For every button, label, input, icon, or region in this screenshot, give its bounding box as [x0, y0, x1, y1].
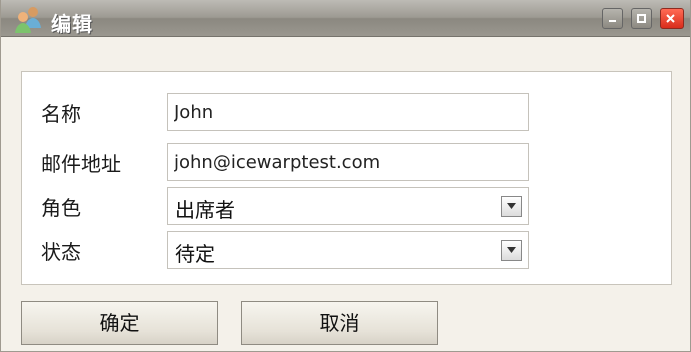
chevron-down-icon	[507, 203, 516, 209]
role-row: 角色 出席者	[22, 184, 671, 225]
edit-dialog: 编辑 名称 邮件地址 角色 出席者	[0, 0, 691, 352]
role-value: 出席者	[175, 198, 235, 222]
title-bar[interactable]: 编辑	[1, 0, 690, 37]
name-row: 名称	[22, 90, 671, 131]
role-label: 角色	[41, 196, 81, 220]
form-panel: 名称 邮件地址 角色 出席者 状态 待定	[21, 71, 672, 285]
minimize-icon	[609, 20, 616, 22]
status-value: 待定	[175, 242, 215, 266]
close-icon	[666, 14, 675, 23]
email-row: 邮件地址	[22, 140, 671, 181]
close-button[interactable]	[660, 8, 684, 29]
email-label: 邮件地址	[41, 152, 121, 176]
chevron-down-icon	[507, 247, 516, 253]
status-dropdown-button[interactable]	[501, 240, 522, 261]
status-label: 状态	[41, 240, 81, 264]
name-input[interactable]	[167, 93, 529, 131]
maximize-button[interactable]	[631, 8, 652, 29]
status-row: 状态 待定	[22, 228, 671, 269]
role-select[interactable]: 出席者	[167, 187, 529, 225]
status-select[interactable]: 待定	[167, 231, 529, 269]
minimize-button[interactable]	[602, 8, 623, 29]
role-dropdown-button[interactable]	[501, 196, 522, 217]
cancel-button[interactable]: 取消	[241, 301, 438, 345]
name-label: 名称	[41, 102, 81, 126]
ok-button[interactable]: 确定	[21, 301, 218, 345]
people-icon	[12, 4, 46, 34]
maximize-icon	[637, 14, 646, 23]
window-title: 编辑	[51, 12, 93, 36]
email-input[interactable]	[167, 143, 529, 181]
